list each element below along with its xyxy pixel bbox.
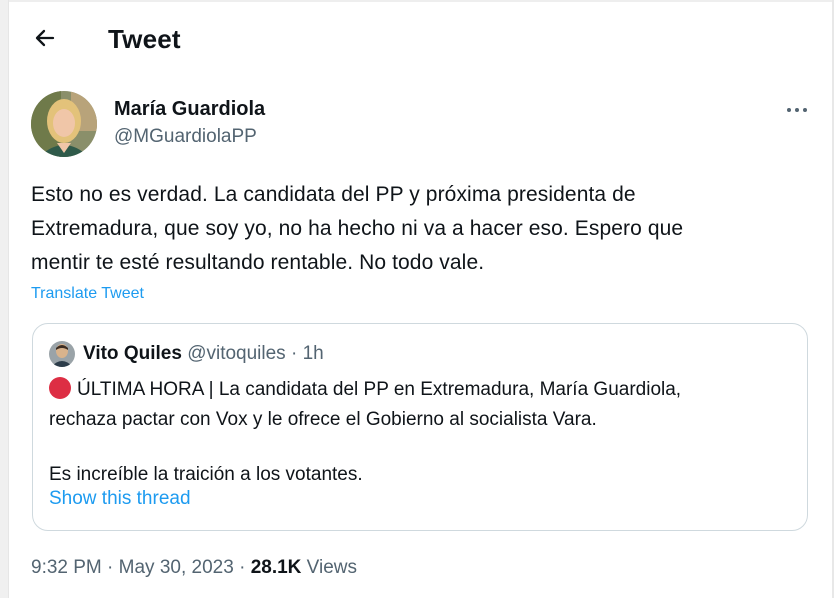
quote-text-line: rechaza pactar con Vox y le ofrece el Go…	[49, 409, 597, 430]
red-circle-emoji-icon	[49, 377, 71, 399]
quote-line-text: ÚLTIMA HORA | La candidata del PP en Ext…	[77, 379, 682, 400]
quote-separator: ·	[290, 343, 298, 364]
quote-author-handle[interactable]: @vitoquiles	[187, 343, 286, 364]
quote-avatar[interactable]	[49, 341, 75, 367]
arrow-left-icon	[33, 26, 57, 55]
avatar[interactable]	[31, 91, 97, 157]
tweet-date[interactable]: May 30, 2023	[119, 557, 234, 578]
tweet-text: Esto no es verdad. La candidata del PP y…	[31, 178, 811, 280]
show-thread-link[interactable]: Show this thread	[49, 488, 191, 510]
tweet-text-line: Extremadura, que soy yo, no ha hecho ni …	[31, 217, 684, 240]
author-handle[interactable]: @MGuardiolaPP	[114, 126, 257, 148]
views-label: Views	[306, 557, 358, 578]
tweet-meta: 9:32 PM · May 30, 2023 · 28.1K Views	[31, 557, 357, 579]
translate-tweet-link[interactable]: Translate Tweet	[31, 285, 144, 303]
quote-text-line: ÚLTIMA HORA | La candidata del PP en Ext…	[49, 375, 789, 405]
quote-timestamp[interactable]: 1h	[303, 343, 324, 364]
author-name[interactable]: María Guardiola	[114, 98, 265, 121]
meta-separator: ·	[239, 557, 246, 578]
quote-author-name[interactable]: Vito Quiles	[83, 343, 182, 364]
quote-header: Vito Quiles @vitoquiles · 1h	[83, 343, 324, 365]
tweet-time[interactable]: 9:32 PM	[31, 557, 102, 578]
meta-separator: ·	[107, 557, 114, 578]
quote-text: ÚLTIMA HORA | La candidata del PP en Ext…	[49, 375, 789, 490]
views-count[interactable]: 28.1K	[251, 557, 302, 578]
tweet-text-line: Esto no es verdad. La candidata del PP y…	[31, 183, 636, 206]
quoted-tweet-card[interactable]: Vito Quiles @vitoquiles · 1h ÚLTIMA HORA…	[32, 323, 808, 531]
more-horizontal-icon	[786, 100, 808, 118]
quote-blank-line	[49, 435, 789, 460]
quote-text-line: Es increíble la traición a los votantes.	[49, 464, 363, 485]
back-button[interactable]	[30, 25, 60, 55]
tweet-text-line: mentir te esté resultando rentable. No t…	[31, 251, 485, 274]
window-left-edge	[0, 0, 9, 598]
page-header: Tweet	[8, 2, 832, 76]
page-title: Tweet	[108, 24, 181, 54]
more-options-button[interactable]	[783, 97, 811, 121]
